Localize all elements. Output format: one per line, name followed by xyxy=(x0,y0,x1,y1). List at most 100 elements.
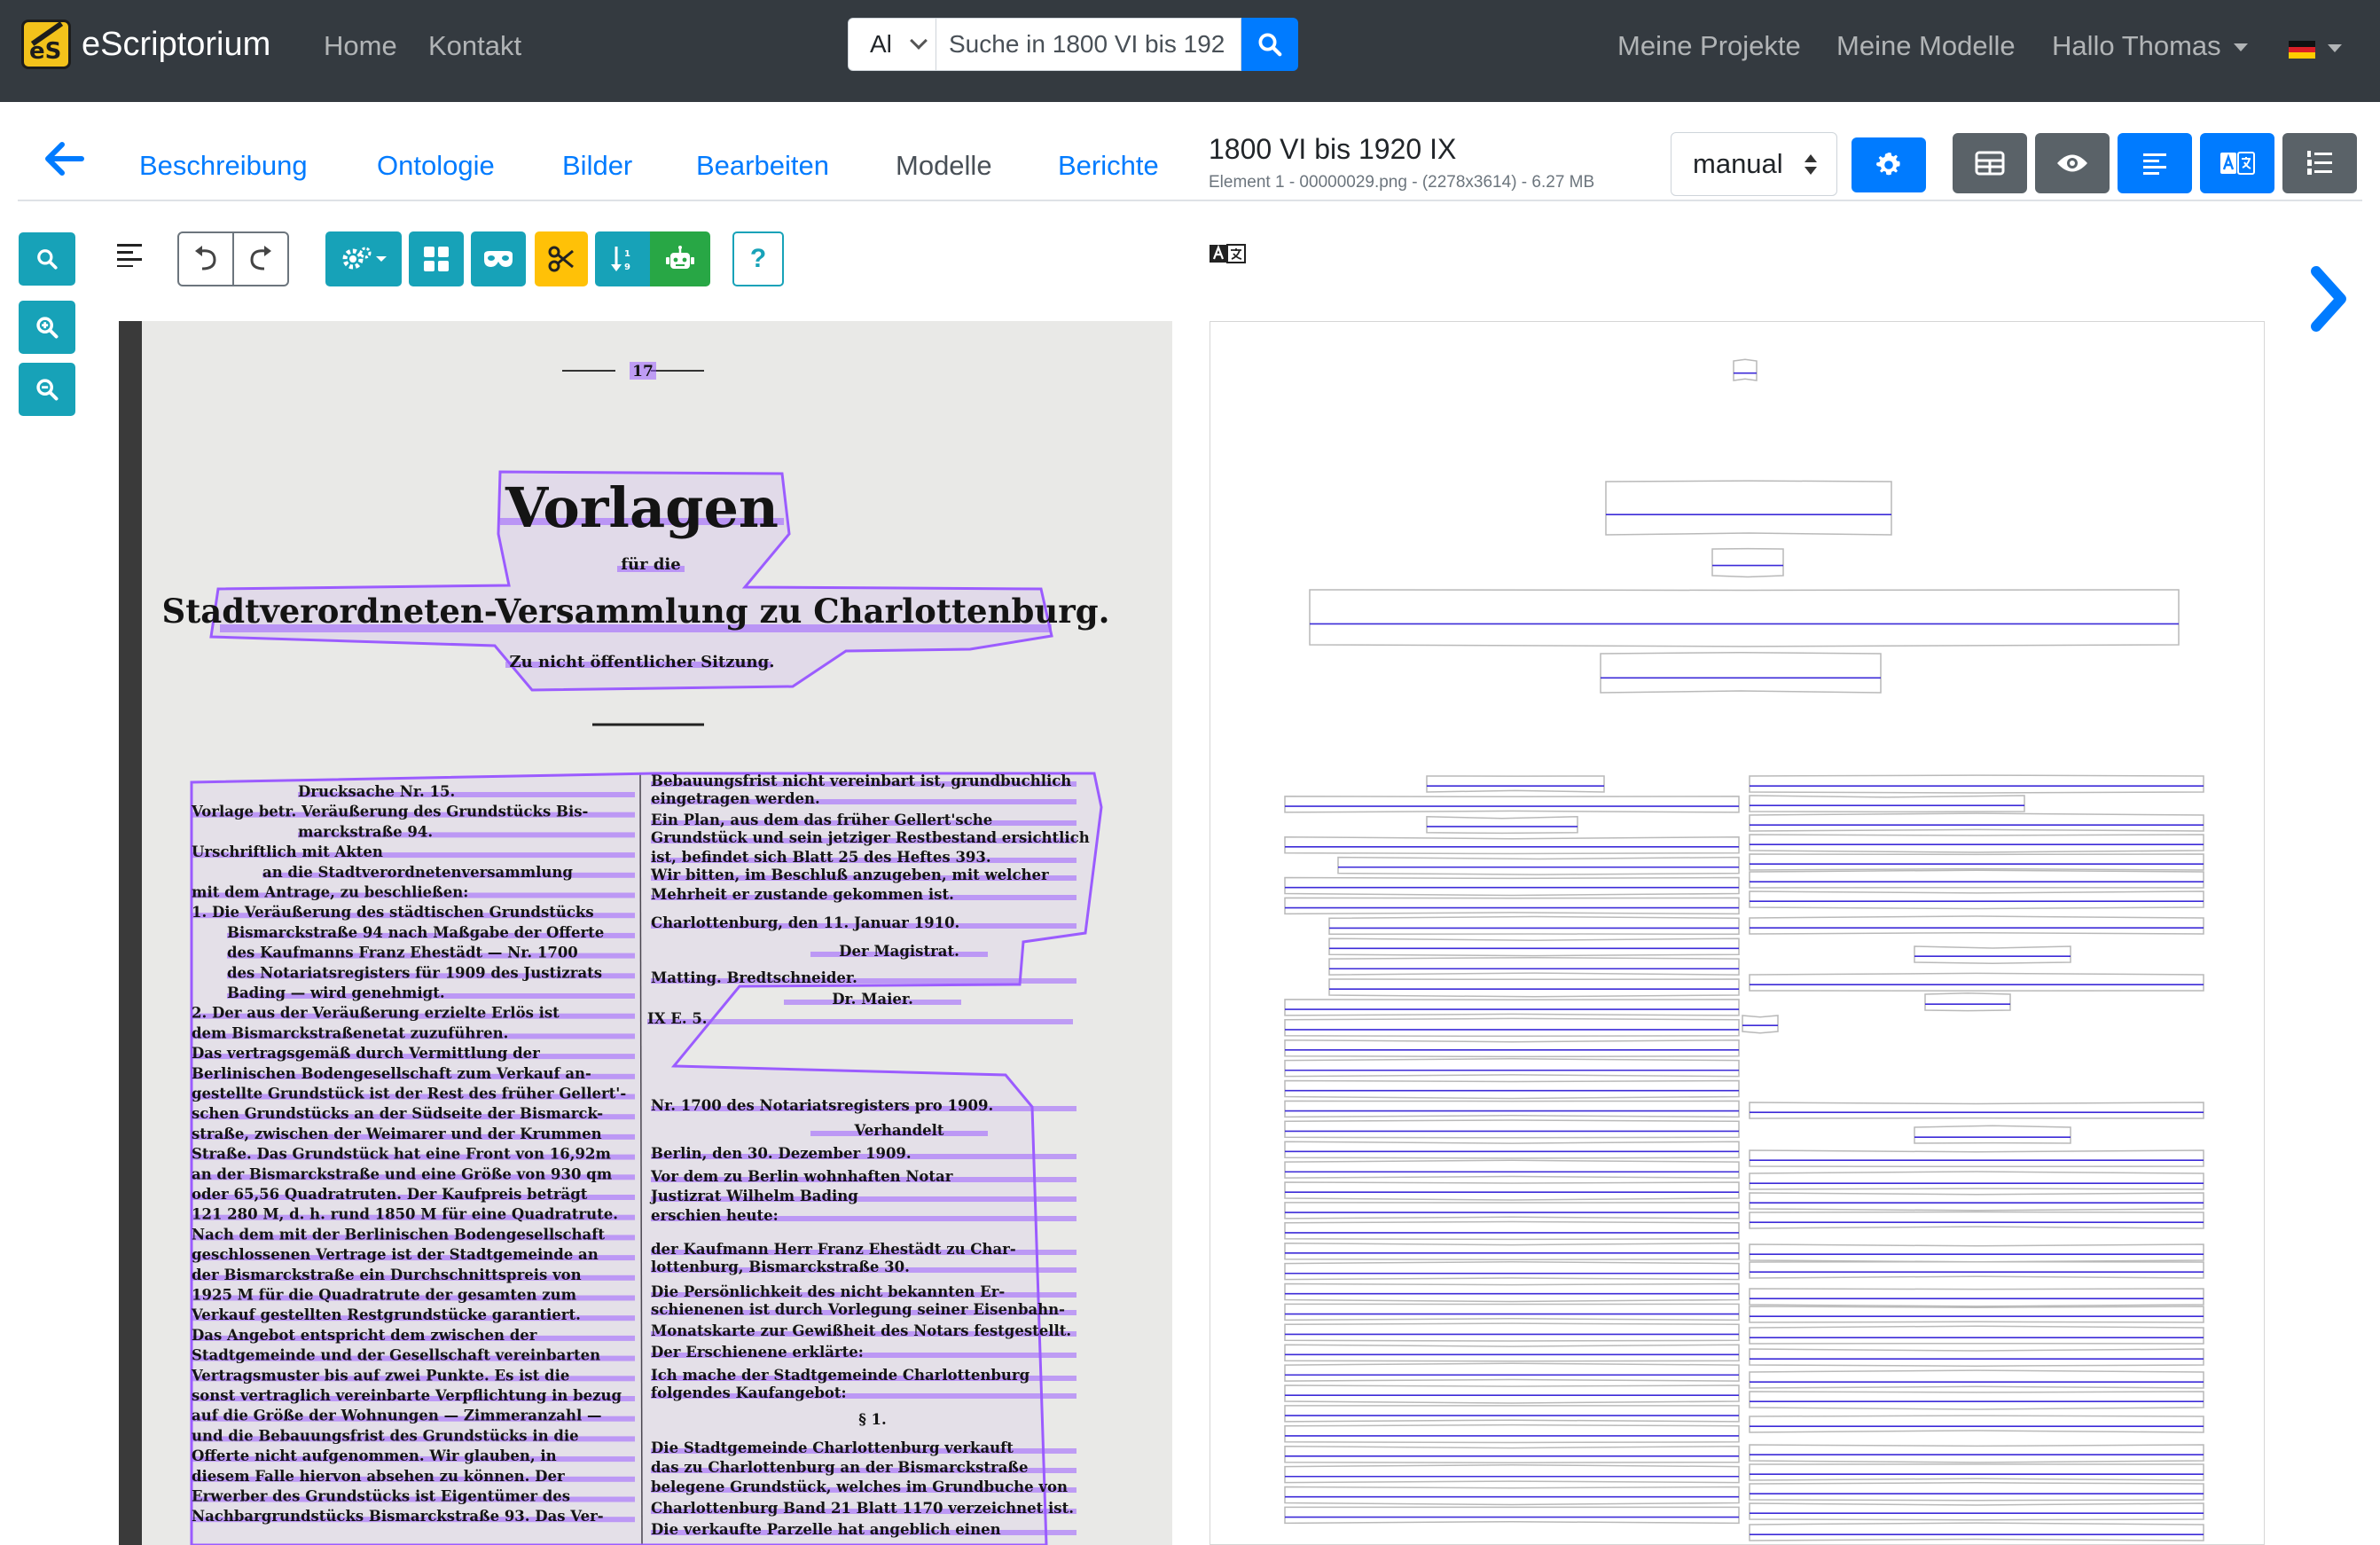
transcription-line-left[interactable] xyxy=(1284,1159,1740,1179)
transcription-line-right[interactable] xyxy=(1749,1444,2204,1463)
transcription-line-left[interactable] xyxy=(1284,1445,1740,1463)
transcription-line-left[interactable] xyxy=(1284,1322,1740,1342)
transcription-line-left[interactable] xyxy=(1426,816,1578,835)
search-button[interactable] xyxy=(19,232,75,286)
transcription-line-right[interactable] xyxy=(1749,1171,2204,1190)
transcription-line-left[interactable] xyxy=(1284,1039,1740,1058)
transcription-line-right[interactable] xyxy=(1749,1522,2204,1541)
transcription-line-left[interactable] xyxy=(1284,1463,1740,1484)
transcription-line-subheading[interactable] xyxy=(1309,589,2180,647)
nav-home-link[interactable]: Home xyxy=(324,30,397,62)
search-button[interactable] xyxy=(1241,18,1298,71)
transcription-line-right[interactable] xyxy=(1749,1325,2204,1345)
transcription-line-left[interactable] xyxy=(1328,978,1740,998)
redo-icon[interactable] xyxy=(247,246,275,272)
cut-button[interactable] xyxy=(535,231,588,286)
transcription-line-right[interactable] xyxy=(1749,869,2204,889)
transcription-line-note[interactable] xyxy=(1600,651,1882,694)
search-input[interactable]: Suche in 1800 VI bis 192 xyxy=(936,18,1241,71)
tab-bearbeiten[interactable]: Bearbeiten xyxy=(696,150,829,182)
transcription-line-right[interactable] xyxy=(1749,1482,2204,1502)
mask-toggle-button[interactable] xyxy=(471,231,526,286)
transcription-line-left[interactable] xyxy=(1284,1282,1740,1303)
transcription-mode-select[interactable]: manual xyxy=(1671,132,1837,196)
transcription-line-right[interactable] xyxy=(1749,812,2204,832)
panel-toggle-lines[interactable] xyxy=(114,238,145,270)
transcription-line-left[interactable] xyxy=(1284,1405,1740,1423)
transcription-line-right[interactable] xyxy=(1749,795,2025,813)
source-image-panel-toggle[interactable] xyxy=(1953,133,2027,193)
transcription-line-right[interactable] xyxy=(1749,1192,2204,1212)
transcription-line-left[interactable] xyxy=(1284,1423,1740,1444)
transcription-line-left[interactable] xyxy=(1284,1220,1740,1241)
transcription-line-left[interactable] xyxy=(1284,1119,1740,1139)
transcription-line-right[interactable] xyxy=(1749,1288,2204,1307)
segmentation-settings-button[interactable] xyxy=(325,231,402,286)
tab-berichte[interactable]: Berichte xyxy=(1058,150,1159,182)
zoom-in-button[interactable] xyxy=(19,301,75,354)
transcription-line-left[interactable] xyxy=(1328,956,1740,976)
transcription-line-left[interactable] xyxy=(1284,876,1740,897)
transcription-lines-overlay[interactable] xyxy=(1210,322,2265,1545)
transcription-line-left[interactable] xyxy=(1284,1242,1740,1261)
german-flag-icon[interactable] xyxy=(2289,41,2315,59)
transcription-line-left[interactable] xyxy=(1284,1384,1740,1404)
transcription-line-left[interactable] xyxy=(1284,1181,1740,1201)
source-image-panel[interactable]: 17 Vorlagen für die Stadtverordneten-Versam… xyxy=(119,321,1172,1545)
reorder-lines-button[interactable]: 19 xyxy=(595,231,650,286)
transcription-line-left[interactable] xyxy=(1284,835,1740,855)
transcription-line-right[interactable] xyxy=(1749,1463,2204,1481)
transcription-line-left[interactable] xyxy=(1337,856,1740,875)
auto-order-button[interactable] xyxy=(650,231,710,286)
transcription-line-left[interactable] xyxy=(1284,796,1740,813)
transcription-line-right[interactable] xyxy=(1749,1369,2204,1389)
tab-bilder[interactable]: Bilder xyxy=(562,150,632,182)
transcription-line-left[interactable] xyxy=(1328,915,1740,936)
transcription-line-left[interactable] xyxy=(1284,897,1740,915)
transcription-line-right[interactable] xyxy=(1742,1015,1779,1034)
transcription-line-right[interactable] xyxy=(1749,1306,2204,1323)
transcription-line-left[interactable] xyxy=(1284,1202,1740,1220)
transcription-panel[interactable] xyxy=(1210,321,2265,1545)
tab-ontologie[interactable]: Ontologie xyxy=(377,150,495,182)
transcription-line-right[interactable] xyxy=(1749,972,2204,992)
user-menu[interactable]: Hallo Thomas xyxy=(2052,30,2248,62)
transcription-line-right[interactable] xyxy=(1749,1260,2204,1279)
search-scope-select[interactable]: Al xyxy=(848,18,936,71)
transcription-line-left[interactable] xyxy=(1284,1303,1740,1321)
transcription-line-right[interactable] xyxy=(1749,1415,2204,1433)
transcription-line-right[interactable] xyxy=(1749,1348,2204,1367)
transcription-line-left[interactable] xyxy=(1284,1017,1740,1038)
transcription-line-right[interactable] xyxy=(1914,945,2071,964)
help-button[interactable]: ? xyxy=(732,231,784,286)
transcription-line-subheading-small[interactable] xyxy=(1711,547,1784,578)
transcription-line-right[interactable] xyxy=(1749,834,2204,853)
transcription-line-right[interactable] xyxy=(1749,853,2204,871)
transcription-line-right[interactable] xyxy=(1749,1211,2204,1229)
transcription-line-right[interactable] xyxy=(1749,1391,2204,1410)
visualisation-panel-toggle[interactable] xyxy=(2035,133,2110,193)
transcription-line-left[interactable] xyxy=(1284,1058,1740,1078)
transcription-line-left[interactable] xyxy=(1284,1141,1740,1159)
transcription-line-left[interactable] xyxy=(1284,1344,1740,1362)
region-mode-button[interactable] xyxy=(409,231,464,286)
transcription-line-page-number[interactable] xyxy=(1733,358,1758,381)
transcription-line-right[interactable] xyxy=(1749,1102,2204,1119)
tab-beschreibung[interactable]: Beschreibung xyxy=(139,150,308,182)
transcription-line-left[interactable] xyxy=(1284,1079,1740,1100)
transcription-line-left[interactable] xyxy=(1284,1362,1740,1382)
chevron-right-icon[interactable] xyxy=(2309,266,2348,332)
transcription-line-right[interactable] xyxy=(1749,774,2204,794)
transcription-line-left[interactable] xyxy=(1284,1260,1740,1281)
segmentation-overlay[interactable]: 17 Vorlagen für die Stadtverordneten-Versam… xyxy=(119,321,1172,1545)
transcription-line-left[interactable] xyxy=(1284,1486,1740,1506)
brand[interactable]: eS eScriptorium xyxy=(21,18,270,71)
segmentation-panel-toggle[interactable] xyxy=(2118,133,2192,193)
undo-icon[interactable] xyxy=(192,246,220,272)
transcription-panel-toggle[interactable] xyxy=(2200,133,2274,193)
my-models-link[interactable]: Meine Modelle xyxy=(1836,30,2016,62)
transcription-line-right[interactable] xyxy=(1749,1243,2204,1263)
transcription-line-left[interactable] xyxy=(1426,775,1605,793)
transcription-line-right[interactable] xyxy=(1914,1125,2071,1144)
my-projects-link[interactable]: Meine Projekte xyxy=(1617,30,1801,62)
